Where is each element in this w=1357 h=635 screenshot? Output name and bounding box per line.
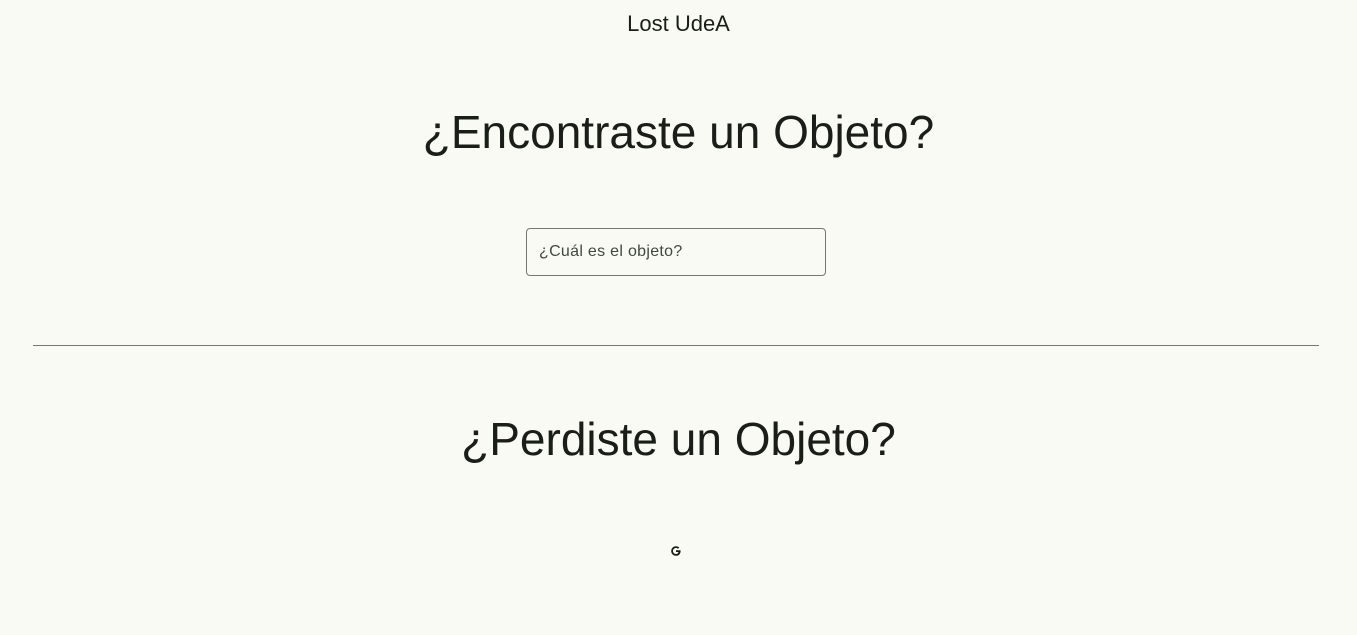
google-g-icon[interactable]	[669, 543, 683, 559]
page: Lost UdeA ¿Encontraste un Objeto? ¿Perdi…	[0, 0, 1357, 635]
lost-object-heading: ¿Perdiste un Objeto?	[461, 413, 896, 465]
app-title: Lost UdeA	[627, 11, 730, 36]
google-g-icon-glyph	[671, 546, 681, 556]
found-object-heading: ¿Encontraste un Objeto?	[422, 106, 935, 158]
object-search-input[interactable]	[527, 229, 825, 275]
section-divider	[33, 345, 1319, 346]
object-search-field[interactable]	[526, 228, 826, 276]
